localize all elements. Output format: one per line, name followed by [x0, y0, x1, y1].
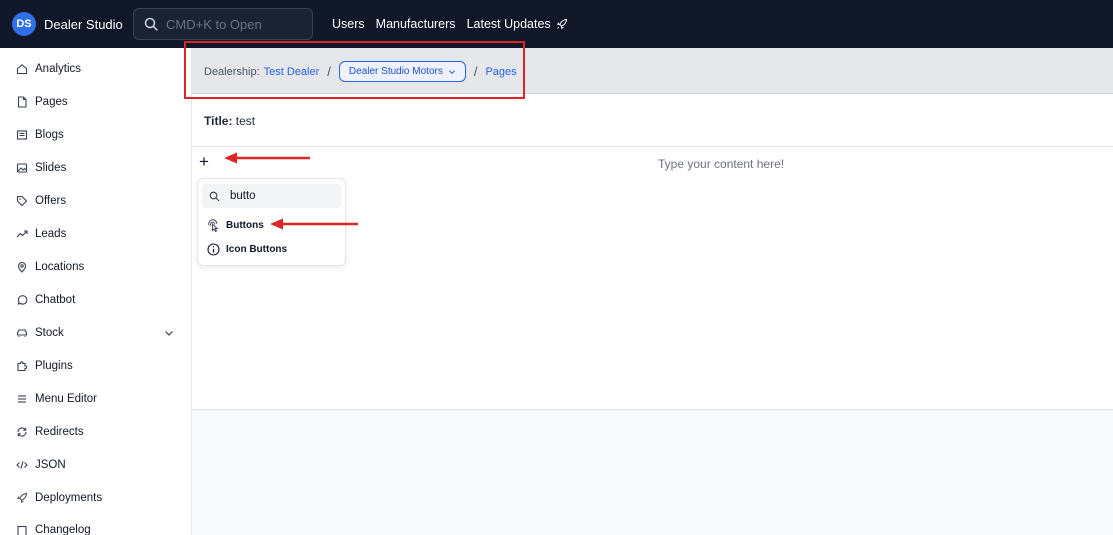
add-block-button[interactable]: + — [199, 153, 209, 170]
sidebar-item-slides[interactable]: Slides — [15, 158, 180, 178]
sidebar-item-label: JSON — [35, 459, 66, 471]
page-title-row: Title: test — [192, 95, 1113, 147]
sidebar-item-leads[interactable]: Leads — [15, 224, 180, 244]
car-icon — [15, 326, 29, 340]
sidebar-item-label: Menu Editor — [35, 393, 98, 405]
sidebar-item-label: Redirects — [35, 426, 84, 438]
sidebar: Analytics Pages Blogs Slides Offers Lead… — [0, 48, 192, 535]
block-option-label: Buttons — [226, 219, 264, 231]
map-pin-icon — [15, 260, 29, 274]
nav-latest-updates[interactable]: Latest Updates — [467, 17, 551, 31]
breadcrumb-dealer-link[interactable]: Test Dealer — [264, 66, 320, 78]
breadcrumb-separator: / — [473, 64, 478, 79]
editor-footer-area — [192, 410, 1113, 535]
block-search-input[interactable] — [230, 190, 330, 202]
info-icon — [207, 242, 220, 256]
image-icon — [15, 161, 29, 175]
chevron-down-icon[interactable] — [163, 327, 175, 342]
sidebar-item-stock[interactable]: Stock — [15, 323, 180, 343]
puzzle-icon — [15, 359, 29, 373]
message-circle-icon — [15, 293, 29, 307]
site-selector[interactable]: Dealer Studio Motors — [338, 61, 466, 82]
sidebar-item-plugins[interactable]: Plugins — [15, 356, 180, 376]
breadcrumb-separator: / — [327, 64, 331, 79]
sidebar-item-label: Leads — [35, 228, 67, 240]
page-title[interactable]: Title: test — [204, 114, 255, 128]
brand[interactable]: DS Dealer Studio — [12, 12, 123, 36]
sidebar-item-label: Slides — [35, 162, 67, 174]
list-icon — [15, 524, 29, 535]
sidebar-item-label: Locations — [35, 261, 85, 273]
sidebar-item-label: Offers — [35, 195, 67, 207]
nav-users[interactable]: Users — [332, 17, 365, 31]
sidebar-item-label: Changelog — [35, 524, 91, 535]
refresh-icon — [15, 425, 29, 439]
sidebar-item-menu-editor[interactable]: Menu Editor — [15, 389, 180, 409]
sidebar-item-blogs[interactable]: Blogs — [15, 125, 180, 145]
page-title-value: test — [235, 114, 256, 128]
sidebar-item-pages[interactable]: Pages — [15, 92, 180, 112]
code-icon — [15, 458, 29, 472]
trending-up-icon — [15, 227, 29, 241]
sidebar-item-label: Plugins — [35, 360, 73, 372]
breadcrumb-bar: Dealership: Test Dealer / Dealer Studio … — [192, 48, 1113, 94]
brand-logo: DS — [12, 12, 36, 36]
command-search[interactable] — [133, 8, 313, 40]
sidebar-item-json[interactable]: JSON — [15, 455, 180, 475]
block-option-label: Icon Buttons — [226, 243, 288, 255]
sidebar-item-locations[interactable]: Locations — [15, 257, 180, 277]
search-icon — [144, 17, 158, 31]
rocket-icon — [556, 18, 568, 30]
sidebar-item-label: Analytics — [35, 63, 82, 75]
sidebar-item-label: Stock — [35, 327, 64, 339]
block-option-buttons[interactable]: Buttons — [207, 217, 264, 233]
sidebar-item-label: Chatbot — [35, 294, 76, 306]
page-title-label: Title: — [204, 114, 233, 128]
brand-name: Dealer Studio — [44, 16, 123, 32]
sidebar-item-deployments[interactable]: Deployments — [15, 488, 180, 508]
search-icon — [209, 191, 220, 201]
sidebar-item-analytics[interactable]: Analytics — [15, 59, 180, 79]
sidebar-item-label: Pages — [35, 96, 68, 108]
chevron-down-icon — [448, 69, 455, 74]
breadcrumb: Dealership: Test Dealer / Dealer Studio … — [204, 61, 517, 82]
breadcrumb-pages-link[interactable]: Pages — [485, 66, 516, 78]
sidebar-item-changelog[interactable]: Changelog — [15, 521, 180, 535]
home-icon — [15, 62, 29, 76]
command-search-input[interactable] — [166, 16, 296, 32]
sidebar-item-label: Blogs — [35, 129, 64, 141]
pointer-click-icon — [208, 218, 219, 232]
rocket-icon — [15, 491, 29, 505]
block-option-icon-buttons[interactable]: Icon Buttons — [207, 241, 287, 257]
top-nav: Users Manufacturers Latest Updates — [332, 0, 568, 48]
sidebar-item-chatbot[interactable]: Chatbot — [15, 290, 180, 310]
nav-manufacturers[interactable]: Manufacturers — [376, 17, 456, 31]
site-selector-label: Dealer Studio Motors — [348, 66, 443, 77]
sidebar-item-offers[interactable]: Offers — [15, 191, 180, 211]
menu-icon — [15, 392, 29, 406]
block-menu: Buttons Icon Buttons — [197, 178, 346, 266]
sidebar-item-redirects[interactable]: Redirects — [15, 422, 180, 442]
tag-icon — [15, 194, 29, 208]
newspaper-icon — [15, 128, 29, 142]
editor-placeholder: Type your content here! — [658, 157, 785, 171]
block-search[interactable] — [202, 184, 341, 208]
sidebar-item-label: Deployments — [35, 492, 103, 504]
dealership-label: Dealership: — [204, 65, 260, 78]
file-icon — [15, 95, 29, 109]
